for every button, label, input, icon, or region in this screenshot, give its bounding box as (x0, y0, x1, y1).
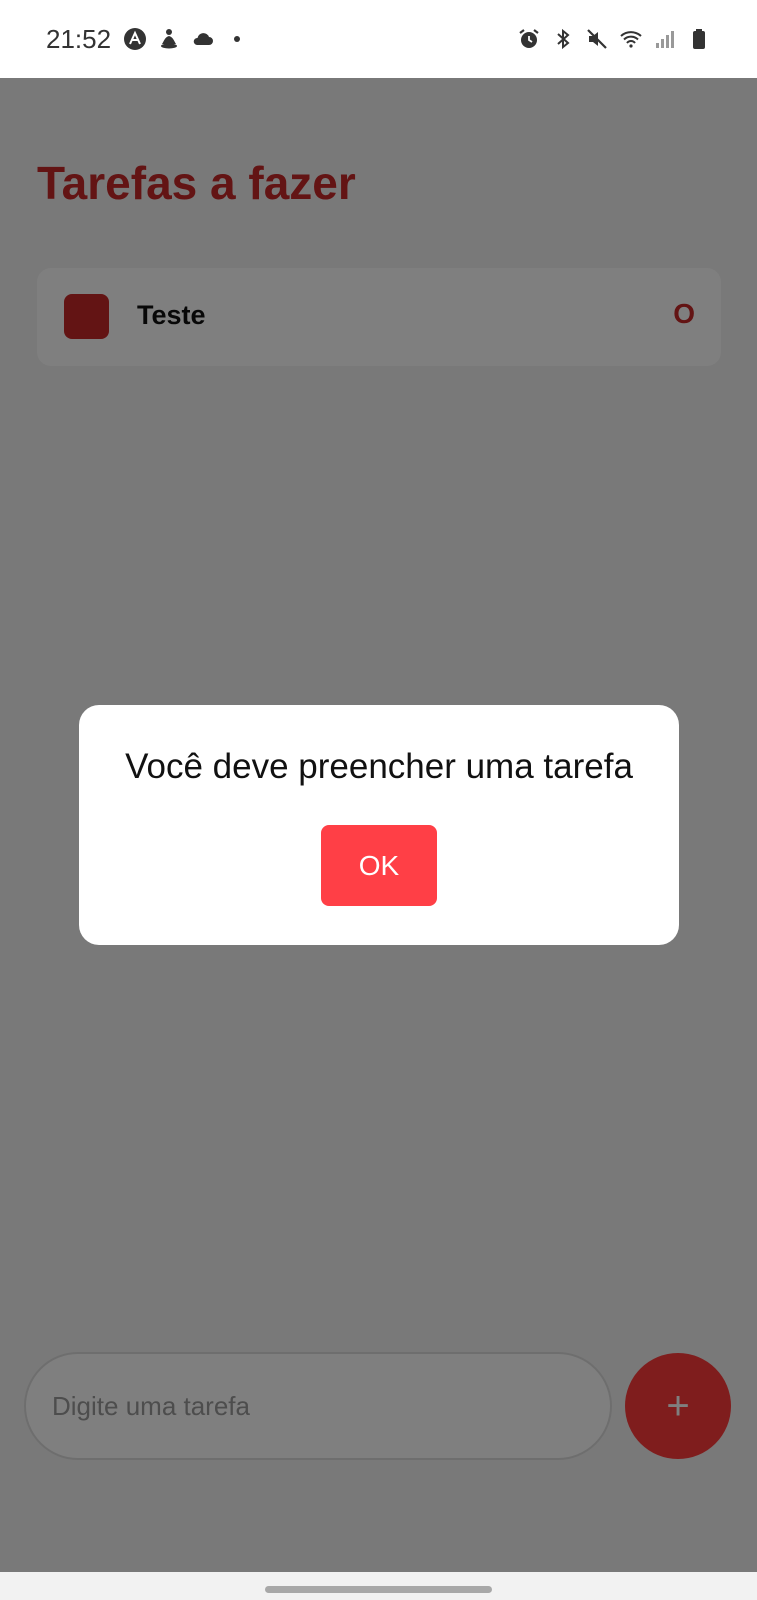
mute-icon (587, 29, 607, 49)
signal-icon (656, 31, 674, 48)
meditation-icon (161, 29, 178, 49)
alert-dialog: Você deve preencher uma tarefa OK (79, 705, 679, 945)
wifi-icon (620, 31, 642, 48)
navigation-bar (0, 1572, 757, 1600)
status-right-icons (517, 27, 711, 51)
home-handle[interactable] (265, 1586, 492, 1593)
app-a-icon (124, 28, 147, 50)
ok-button[interactable]: OK (321, 825, 437, 906)
battery-icon (693, 29, 705, 49)
bluetooth-icon (557, 28, 570, 50)
status-left-icons (123, 27, 249, 51)
dot-icon (234, 36, 241, 42)
status-time: 21:52 (46, 23, 112, 54)
alarm-icon (519, 29, 539, 48)
cloud-icon (193, 33, 214, 45)
dialog-message: Você deve preencher uma tarefa (125, 747, 633, 786)
screen: 21:52 Digite uma tarefa Você deve preenc… (0, 0, 757, 1600)
status-bar: 21:52 (0, 0, 757, 78)
